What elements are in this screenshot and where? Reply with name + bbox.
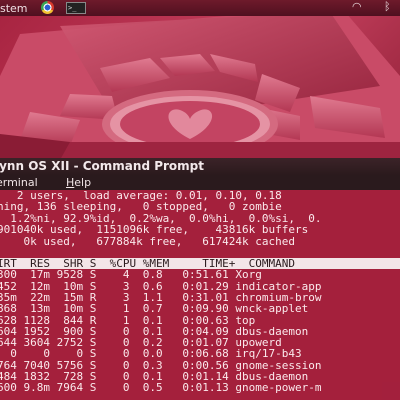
terminal-menubar: erminal Help bbox=[0, 175, 400, 190]
chromium-icon[interactable] bbox=[41, 1, 54, 14]
desktop-wallpaper bbox=[0, 16, 400, 160]
top-panel: stem >_ ◠ ᛒ bbox=[0, 0, 400, 16]
bluetooth-icon[interactable]: ᛒ bbox=[384, 0, 398, 13]
wallpaper-cube-art bbox=[0, 16, 400, 160]
terminal-launcher-icon[interactable]: >_ bbox=[66, 2, 86, 14]
wifi-icon[interactable]: ◠ bbox=[352, 0, 366, 13]
process-row: 300 17m 9528 S 4 0.8 0:51.61 Xorg bbox=[0, 268, 262, 282]
window-title: lynn OS XII - Command Prompt bbox=[0, 159, 204, 173]
menu-terminal[interactable]: erminal bbox=[0, 175, 38, 190]
terminal-window-titlebar[interactable]: lynn OS XII - Command Prompt bbox=[0, 158, 400, 175]
summary-swap: 0k used, 677884k free, 617424k cached bbox=[0, 234, 296, 248]
system-menu[interactable]: stem bbox=[0, 2, 28, 15]
process-row: 868 13m 10m S 1 0.7 0:09.90 wnck-applet bbox=[0, 302, 309, 316]
summary-mem: 901040k used, 1151096k free, 43816k buff… bbox=[0, 223, 309, 237]
terminal-output[interactable]: 2 users, load average: 0.01, 0.10, 0.18 … bbox=[0, 190, 400, 400]
menu-help[interactable]: Help bbox=[66, 175, 91, 190]
process-row: 600 9.8m 7964 S 0 0.5 0:01.13 gnome-powe… bbox=[0, 381, 322, 395]
